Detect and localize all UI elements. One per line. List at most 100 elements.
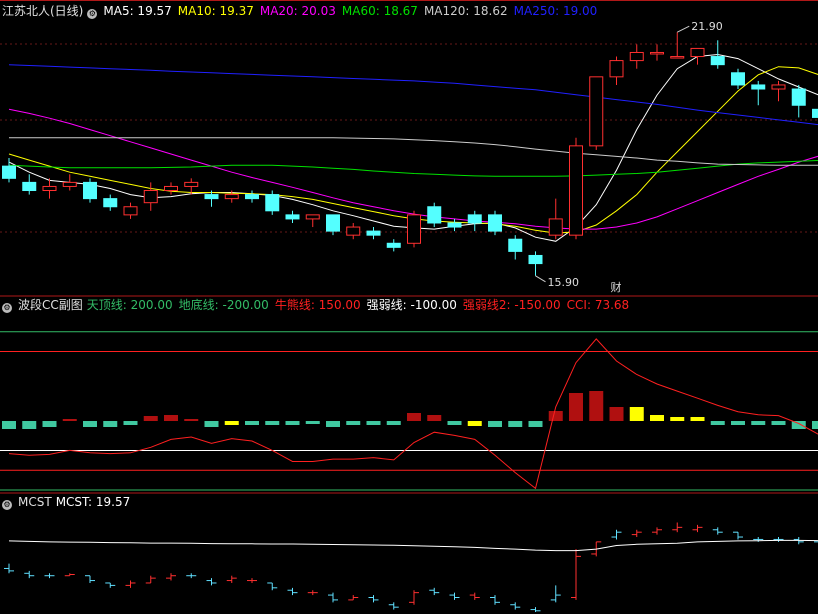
low-marker: [535, 275, 546, 283]
ma-line-ma250: [8, 64, 818, 126]
cc-bar: [710, 421, 725, 425]
candle-body: [548, 218, 563, 236]
cc-bar: [791, 421, 806, 429]
cc-bar: [548, 411, 563, 421]
candle-body: [508, 238, 523, 252]
cc-bar: [62, 419, 77, 421]
candle-body: [467, 214, 482, 224]
candle-body: [488, 214, 502, 232]
mcst-line: [8, 539, 818, 552]
candle-body: [650, 51, 664, 55]
event-marker-cai: 财: [611, 280, 622, 294]
cc-bar: [245, 421, 259, 425]
cc-panel-header: ⚙ 波段CC副图 天顶线: 200.00 地底线: -200.00 牛熊线: 150.0…: [2, 297, 641, 313]
candle-body: [265, 194, 280, 212]
cc-bar: [2, 421, 16, 429]
cc-bar: [326, 421, 340, 427]
cc-bar: [447, 421, 462, 425]
cc-bar: [488, 421, 502, 427]
candle-body: [22, 181, 37, 192]
price-panel: 21.90 15.90 财: [0, 20, 818, 294]
candle-body: [589, 76, 604, 147]
low-label: 15.90: [548, 276, 580, 289]
cc-bar: [204, 421, 219, 427]
panel1-legend-item: MA250: 19.00: [513, 4, 598, 18]
candle-body: [164, 185, 178, 192]
panel2-legend-item: 强弱线2: -150.00: [462, 298, 561, 312]
cc-bar: [528, 421, 543, 427]
cc-indicator-panel: [0, 331, 818, 491]
candle-body: [731, 72, 745, 86]
mcst-panel: [4, 522, 818, 612]
cc-bar: [123, 421, 138, 425]
candle-body: [791, 88, 806, 106]
mcst-panel-header: ⚙ MCST MCST: 19.57: [2, 494, 142, 510]
candle-body: [407, 214, 421, 244]
candle-body: [609, 60, 624, 78]
cc-bar: [427, 415, 442, 421]
cc-bar: [386, 421, 401, 425]
cc-bar: [650, 415, 664, 421]
cc-bar: [42, 421, 57, 427]
cc-bar: [731, 421, 745, 425]
high-label: 21.90: [691, 20, 723, 33]
cc-bar: [164, 415, 178, 421]
cc-bar: [812, 421, 818, 429]
panel3-legend-item: MCST: 19.57: [55, 495, 131, 509]
cc-bar: [751, 421, 766, 425]
cc-bar: [143, 416, 158, 421]
candle-body: [771, 84, 786, 90]
cc-bar: [589, 391, 604, 421]
candle-body: [83, 181, 97, 200]
panel2-legend-item: 强弱线: -100.00: [366, 298, 457, 312]
candle-body: [305, 214, 320, 220]
candle-body: [690, 47, 705, 58]
cc-bar: [22, 421, 37, 429]
candle-body: [569, 145, 583, 236]
candle-body: [346, 226, 361, 236]
settings-icon[interactable]: ⚙: [2, 303, 12, 313]
candle-body: [123, 206, 138, 216]
candle-body: [143, 190, 158, 204]
candle-body: [184, 181, 199, 187]
panel1-legend-item: MA60: 18.67: [341, 4, 418, 18]
candle-body: [42, 185, 57, 192]
candle-body: [204, 194, 219, 200]
candle-body: [366, 230, 381, 236]
candle-body: [427, 206, 442, 224]
cc-bar: [771, 421, 786, 425]
cc-bar: [346, 421, 361, 425]
panel1-legend-item: MA20: 20.03: [259, 4, 336, 18]
panel1-legend-item: MA10: 19.37: [177, 4, 254, 18]
cc-bar: [224, 421, 239, 425]
cc-bar: [184, 419, 199, 421]
panel1-legend-item: MA120: 18.62: [423, 4, 508, 18]
cc-bar: [305, 421, 320, 424]
stock-title: 江苏北人(日线): [2, 4, 84, 18]
cc-bar: [285, 421, 300, 425]
candle-body: [751, 84, 766, 90]
candle-body: [710, 56, 725, 66]
panel2-legend-item: CCI: 73.68: [566, 298, 630, 312]
high-marker: [677, 25, 690, 33]
panel2-legend-item: 地底线: -200.00: [178, 298, 269, 312]
panel2-legend-item: 天顶线: 200.00: [86, 298, 173, 312]
candle-body: [447, 222, 462, 228]
cc-bar: [569, 393, 583, 421]
candle-body: [326, 214, 340, 232]
candle-body: [62, 181, 77, 187]
settings-icon[interactable]: ⚙: [87, 9, 98, 19]
cc-bar: [407, 413, 421, 421]
candle-body: [103, 198, 118, 208]
candle-body: [629, 51, 644, 62]
candle-body: [245, 194, 259, 200]
cc-bar: [508, 421, 523, 427]
settings-icon[interactable]: ⚙: [2, 500, 12, 510]
cc-bar: [609, 407, 624, 421]
mcst-panel-title: MCST: [18, 495, 52, 509]
cc-bar: [629, 407, 644, 421]
candle-body: [386, 242, 401, 248]
candle-body: [528, 254, 543, 265]
candle-body: [224, 194, 239, 200]
candle-body: [2, 165, 16, 179]
